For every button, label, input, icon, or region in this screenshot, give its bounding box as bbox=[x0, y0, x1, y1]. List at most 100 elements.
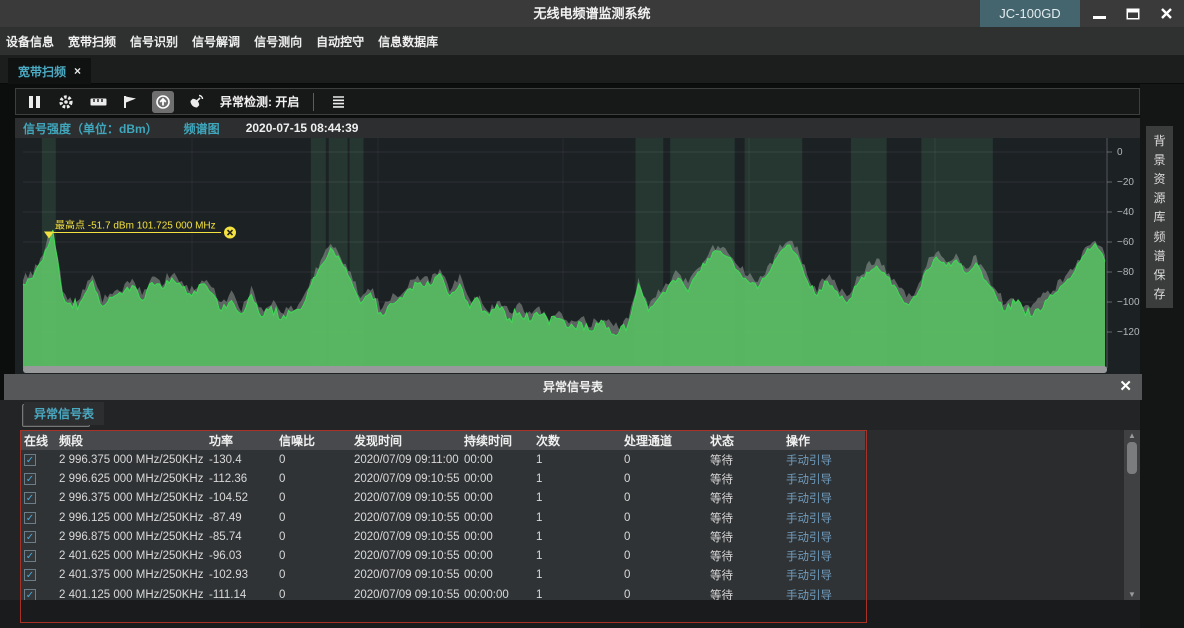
abnormal-signal-table: 在线频段功率信噪比发现时间持续时间次数处理通道状态操作 ✓2 996.375 0… bbox=[20, 430, 865, 600]
device-badge[interactable]: JC-100GD bbox=[980, 0, 1080, 27]
chart-scrollbar[interactable] bbox=[23, 366, 1107, 373]
table-cell: -102.93 bbox=[205, 566, 275, 585]
panel-close-icon[interactable]: ✕ bbox=[1119, 377, 1132, 395]
table-cell: 0 bbox=[275, 450, 350, 469]
maximize-button[interactable] bbox=[1117, 0, 1149, 27]
column-header[interactable]: 频段 bbox=[55, 430, 205, 450]
online-checkbox[interactable]: ✓ bbox=[24, 550, 36, 562]
column-header[interactable]: 次数 bbox=[532, 430, 620, 450]
tab-bar: 宽带扫频 × bbox=[0, 55, 1184, 84]
scroll-thumb[interactable] bbox=[1127, 442, 1137, 474]
column-header[interactable]: 发现时间 bbox=[350, 430, 460, 450]
chart-header: 信号强度（单位：dBm） 频谱图 2020-07-15 08:44:39 bbox=[15, 118, 1140, 138]
table-row[interactable]: ✓ 2 401.375 000 MHz/250KHz-102.93 0 2020/07… bbox=[20, 566, 865, 585]
table-cell: -104.52 bbox=[205, 489, 275, 508]
satellite-button[interactable] bbox=[186, 92, 206, 112]
manual-guide-link[interactable]: 手动引导 bbox=[782, 508, 865, 527]
table-cell: 0 bbox=[275, 489, 350, 508]
table-scrollbar[interactable]: ▲ ▼ bbox=[1124, 430, 1140, 600]
menu-item-2[interactable]: 信号识别 bbox=[130, 33, 178, 50]
menu-item-0[interactable]: 设备信息 bbox=[6, 33, 54, 50]
online-checkbox[interactable]: ✓ bbox=[24, 454, 36, 466]
capture-button[interactable] bbox=[152, 91, 174, 113]
tab-broadband-scan[interactable]: 宽带扫频 × bbox=[8, 58, 91, 84]
table-cell: 2 401.375 000 MHz/250KHz bbox=[55, 566, 205, 585]
table-row[interactable]: ✓2 996.125 000 MHz/250KHz-87.4902020/07/… bbox=[20, 508, 865, 527]
table-cell: 等待 bbox=[706, 508, 782, 527]
pause-button[interactable] bbox=[24, 92, 44, 112]
manual-guide-link[interactable]: 手动引导 bbox=[782, 527, 865, 546]
table-cell: 等待 bbox=[706, 546, 782, 565]
table-cell: -85.74 bbox=[205, 527, 275, 546]
table-row[interactable]: ✓2 996.625 000 MHz/250KHz-112.3602020/07… bbox=[20, 469, 865, 488]
y-tick-label: −40 bbox=[1117, 207, 1134, 218]
column-header[interactable]: 功率 bbox=[205, 430, 275, 450]
flag-button[interactable] bbox=[120, 92, 140, 112]
table-row[interactable]: ✓2 401.125 000 MHz/250KHz-111.1402020/07… bbox=[20, 585, 865, 600]
table-row[interactable]: ✓2 401.625 000 MHz/250KHz-96.0302020/07/… bbox=[20, 546, 865, 565]
chart-timestamp: 2020-07-15 08:44:39 bbox=[246, 121, 359, 135]
list-menu-button[interactable] bbox=[328, 92, 348, 112]
y-tick-label: −80 bbox=[1117, 267, 1134, 278]
column-header[interactable]: 操作 bbox=[782, 430, 865, 450]
table-cell: 1 bbox=[532, 450, 620, 469]
abnormal-panel-header[interactable]: 异常信号表 ✕ bbox=[4, 374, 1142, 400]
online-checkbox[interactable]: ✓ bbox=[24, 589, 36, 600]
chart-type-label: 频谱图 bbox=[184, 120, 220, 137]
table-cell: 2020/07/09 09:10:55 bbox=[350, 469, 460, 488]
menu-item-1[interactable]: 宽带扫频 bbox=[68, 33, 116, 50]
toolbar-separator bbox=[313, 93, 314, 111]
minimize-button[interactable] bbox=[1083, 0, 1115, 27]
table-row[interactable]: ✓2 996.875 000 MHz/250KHz-85.7402020/07/… bbox=[20, 527, 865, 546]
table-cell: 2020/07/09 09:10:55 bbox=[350, 566, 460, 585]
abnormal-table-tab[interactable]: 异常信号表 bbox=[24, 402, 104, 425]
table-row[interactable]: ✓2 996.375 000 MHz/250KHz-104.5202020/07… bbox=[20, 489, 865, 508]
table-cell: 等待 bbox=[706, 566, 782, 585]
menu-item-3[interactable]: 信号解调 bbox=[192, 33, 240, 50]
close-icon bbox=[1161, 8, 1172, 19]
manual-guide-link[interactable]: 手动引导 bbox=[782, 489, 865, 508]
scroll-down-icon[interactable]: ▼ bbox=[1124, 590, 1140, 599]
close-button[interactable] bbox=[1150, 0, 1182, 27]
spectrum-save-button[interactable]: 频谱保存 bbox=[1146, 222, 1173, 308]
table-cell: 0 bbox=[620, 566, 706, 585]
background-library-button[interactable]: 背景资源库 bbox=[1146, 126, 1173, 231]
menu-item-4[interactable]: 信号测向 bbox=[254, 33, 302, 50]
column-header[interactable]: 在线 bbox=[20, 430, 55, 450]
online-checkbox[interactable]: ✓ bbox=[24, 492, 36, 504]
tab-close-icon[interactable]: × bbox=[74, 65, 81, 77]
column-header[interactable]: 持续时间 bbox=[460, 430, 532, 450]
table-cell: 等待 bbox=[706, 489, 782, 508]
online-checkbox[interactable]: ✓ bbox=[24, 569, 36, 581]
ruler-button[interactable] bbox=[88, 92, 108, 112]
scroll-up-icon[interactable]: ▲ bbox=[1124, 431, 1140, 440]
manual-guide-link[interactable]: 手动引导 bbox=[782, 566, 865, 585]
menu-item-6[interactable]: 信息数据库 bbox=[378, 33, 438, 50]
online-checkbox[interactable]: ✓ bbox=[24, 531, 36, 543]
table-cell: 0 bbox=[275, 585, 350, 600]
table-cell: 1 bbox=[532, 527, 620, 546]
table-cell: -130.4 bbox=[205, 450, 275, 469]
settings-button[interactable] bbox=[56, 92, 76, 112]
table-cell: 00:00 bbox=[460, 508, 532, 527]
column-header[interactable]: 状态 bbox=[706, 430, 782, 450]
table-row[interactable]: ✓2 996.375 000 MHz/250KHz-130.402020/07/… bbox=[20, 450, 865, 469]
manual-guide-link[interactable]: 手动引导 bbox=[782, 585, 865, 600]
y-tick-label: 0 bbox=[1117, 147, 1123, 158]
online-checkbox[interactable]: ✓ bbox=[24, 473, 36, 485]
spectrum-chart[interactable]: 0−20−40−60−80−100−120最高点 -51.7 dBm 101.7… bbox=[15, 138, 1140, 374]
manual-guide-link[interactable]: 手动引导 bbox=[782, 546, 865, 565]
title-bar: 无线电频谱监测系统 JC-100GD bbox=[0, 0, 1184, 27]
menu-item-5[interactable]: 自动控守 bbox=[316, 33, 364, 50]
settings-icon bbox=[58, 94, 74, 110]
column-header[interactable]: 处理通道 bbox=[620, 430, 706, 450]
table-cell: 2020/07/09 09:11:00 bbox=[350, 450, 460, 469]
table-cell: 2 401.625 000 MHz/250KHz bbox=[55, 546, 205, 565]
panel-bottom-strip bbox=[0, 600, 1140, 628]
column-header[interactable]: 信噪比 bbox=[275, 430, 350, 450]
online-checkbox[interactable]: ✓ bbox=[24, 512, 36, 524]
table-cell: 等待 bbox=[706, 469, 782, 488]
y-tick-label: −100 bbox=[1117, 297, 1140, 308]
manual-guide-link[interactable]: 手动引导 bbox=[782, 469, 865, 488]
manual-guide-link[interactable]: 手动引导 bbox=[782, 450, 865, 469]
